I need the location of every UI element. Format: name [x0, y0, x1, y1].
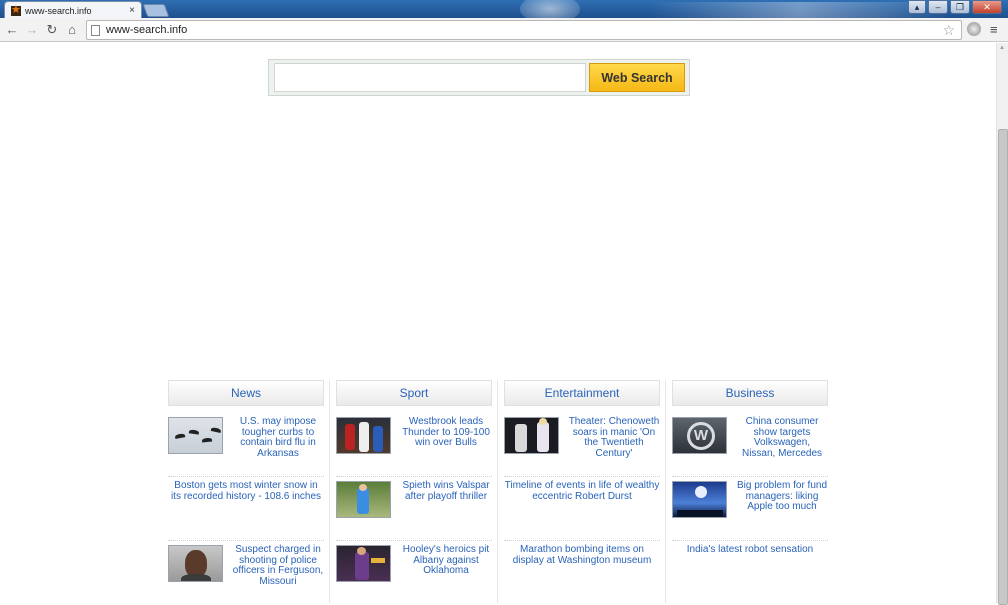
- news-item: Spieth wins Valspar after playoff thrill…: [336, 480, 492, 541]
- news-item: U.S. may impose tougher curbs to contain…: [168, 416, 324, 477]
- news-thumbnail[interactable]: [168, 545, 223, 582]
- page-icon: [91, 24, 100, 36]
- news-link[interactable]: Hooley's heroics pit Albany against Okla…: [400, 544, 492, 577]
- news-link[interactable]: Boston gets most winter snow in its reco…: [168, 480, 324, 502]
- news-item: Marathon bombing items on display at Was…: [504, 544, 660, 605]
- menu-icon[interactable]: ≡: [990, 22, 998, 37]
- maximize-button[interactable]: ❐: [950, 0, 970, 14]
- news-item: India's latest robot sensation: [672, 544, 828, 605]
- news-thumbnail[interactable]: [336, 417, 391, 454]
- search-input[interactable]: [274, 63, 586, 92]
- window-controls: ▴ – ❐ ✕: [908, 0, 1002, 14]
- news-item: Westbrook leads Thunder to 109-100 win o…: [336, 416, 492, 477]
- business-column: Business W China consumer show targets V…: [672, 380, 828, 603]
- news-item: W China consumer show targets Volkswagen…: [672, 416, 828, 477]
- address-bar[interactable]: www-search.info ☆: [86, 20, 962, 40]
- column-divider: [665, 380, 666, 603]
- column-divider: [329, 380, 330, 603]
- news-link[interactable]: Spieth wins Valspar after playoff thrill…: [400, 480, 492, 502]
- browser-tab[interactable]: www-search.info ×: [4, 1, 142, 18]
- close-window-button[interactable]: ✕: [972, 0, 1002, 14]
- scroll-up-icon[interactable]: ▲: [999, 45, 1005, 51]
- favicon-icon: [11, 3, 21, 16]
- column-header[interactable]: Business: [672, 380, 828, 406]
- browser-toolbar: ← → ↻ ⌂ www-search.info ☆ ≡: [0, 18, 1008, 42]
- news-thumbnail[interactable]: [672, 481, 727, 518]
- news-link[interactable]: India's latest robot sensation: [672, 544, 828, 556]
- tab-title: www-search.info: [25, 5, 92, 16]
- new-tab-button[interactable]: [142, 4, 170, 17]
- column-header[interactable]: Entertainment: [504, 380, 660, 406]
- search-form: Web Search: [268, 59, 690, 96]
- news-thumbnail[interactable]: [336, 481, 391, 518]
- sport-column: Sport Westbrook leads Thunder to 109-100…: [336, 380, 498, 605]
- news-thumbnail[interactable]: W: [672, 417, 727, 454]
- news-item: Big problem for fund managers: liking Ap…: [672, 480, 828, 541]
- forward-arrow-icon[interactable]: →: [22, 20, 42, 40]
- news-link[interactable]: Marathon bombing items on display at Was…: [504, 544, 660, 566]
- news-item: Timeline of events in life of wealthy ec…: [504, 480, 660, 541]
- column-header[interactable]: Sport: [336, 380, 492, 406]
- scrollbar-thumb[interactable]: [998, 129, 1008, 605]
- news-link[interactable]: Timeline of events in life of wealthy ec…: [504, 480, 660, 502]
- back-arrow-icon[interactable]: ←: [2, 20, 22, 40]
- news-item: Hooley's heroics pit Albany against Okla…: [336, 544, 492, 605]
- news-link[interactable]: China consumer show targets Volkswagen, …: [736, 416, 828, 459]
- entertainment-column: Entertainment Theater: Chenoweth soars i…: [504, 380, 666, 605]
- column-divider: [497, 380, 498, 603]
- news-link[interactable]: U.S. may impose tougher curbs to contain…: [232, 416, 324, 459]
- news-column: News U.S. may impose tougher curbs to co…: [168, 380, 330, 605]
- titlebar-glow: [650, 2, 950, 18]
- reload-icon[interactable]: ↻: [42, 20, 62, 40]
- news-thumbnail[interactable]: [504, 417, 559, 454]
- titlebar-glow: [520, 0, 580, 18]
- vertical-scrollbar[interactable]: ▲: [996, 43, 1008, 605]
- extension-icon[interactable]: [967, 22, 981, 36]
- news-item: Theater: Chenoweth soars in manic 'On th…: [504, 416, 660, 477]
- news-link[interactable]: Suspect charged in shooting of police of…: [232, 544, 324, 587]
- news-link[interactable]: Big problem for fund managers: liking Ap…: [736, 480, 828, 513]
- news-item: Suspect charged in shooting of police of…: [168, 544, 324, 605]
- bookmark-star-icon[interactable]: ☆: [942, 22, 955, 39]
- web-search-button[interactable]: Web Search: [589, 63, 685, 92]
- news-link[interactable]: Theater: Chenoweth soars in manic 'On th…: [568, 416, 660, 459]
- home-icon[interactable]: ⌂: [62, 20, 82, 40]
- news-thumbnail[interactable]: [336, 545, 391, 582]
- news-link[interactable]: Westbrook leads Thunder to 109-100 win o…: [400, 416, 492, 449]
- volkswagen-logo-icon: W: [687, 422, 715, 450]
- window-titlebar: www-search.info × ▴ – ❐ ✕: [0, 0, 1008, 18]
- profile-icon[interactable]: ▴: [908, 0, 926, 14]
- minimize-button[interactable]: –: [928, 0, 948, 14]
- tab-close-icon[interactable]: ×: [129, 5, 135, 16]
- news-item: Boston gets most winter snow in its reco…: [168, 480, 324, 541]
- column-header[interactable]: News: [168, 380, 324, 406]
- news-thumbnail[interactable]: [168, 417, 223, 454]
- news-columns: News U.S. may impose tougher curbs to co…: [168, 380, 828, 603]
- url-text[interactable]: www-search.info: [106, 24, 187, 36]
